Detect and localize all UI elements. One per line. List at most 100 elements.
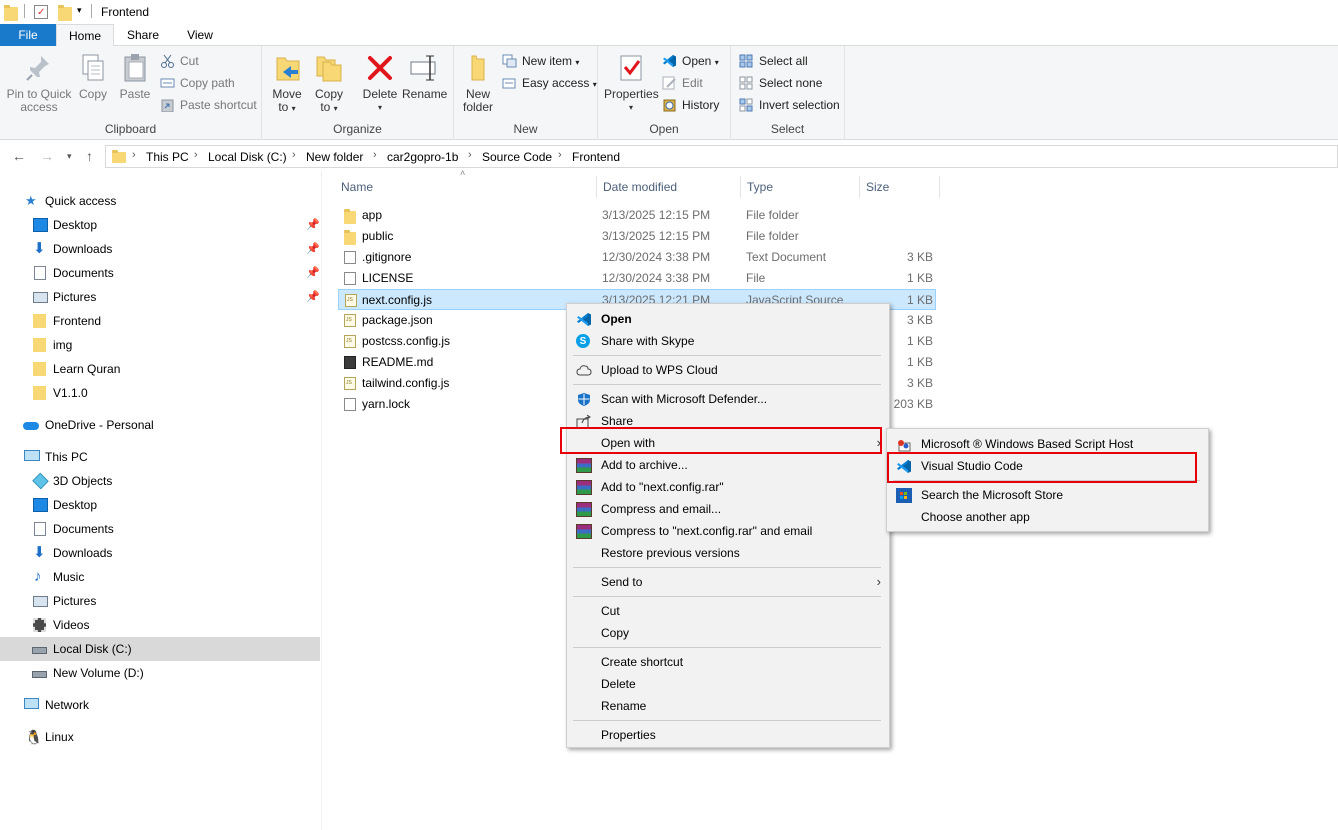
forward-arrow-icon[interactable]: → bbox=[40, 148, 54, 164]
file-row[interactable]: LICENSE 12/30/2024 3:38 PM File 1 KB bbox=[338, 268, 936, 289]
tab-view[interactable]: View bbox=[172, 24, 228, 46]
new-item-button[interactable]: New item ▾ bbox=[502, 51, 579, 71]
menu-item-add-archive[interactable]: Add to archive... bbox=[567, 454, 889, 476]
nav-quick-img[interactable]: img bbox=[0, 333, 320, 357]
nav-quick-frontend[interactable]: Frontend bbox=[0, 309, 320, 333]
move-to-button[interactable]: Move to ▾ bbox=[270, 52, 304, 115]
new-folder-button[interactable]: New folder bbox=[460, 52, 496, 114]
nav-local-disk[interactable]: Local Disk (C:) bbox=[0, 637, 320, 661]
menu-item-open[interactable]: Open bbox=[567, 308, 889, 330]
paste-button[interactable]: Paste bbox=[117, 52, 153, 101]
nav-new-volume[interactable]: New Volume (D:) bbox=[0, 661, 320, 685]
nav-quick-access[interactable]: ★ Quick access bbox=[0, 189, 320, 213]
copy-to-button[interactable]: Copy to ▾ bbox=[312, 52, 346, 115]
menu-item-share-skype[interactable]: S Share with Skype bbox=[567, 330, 889, 352]
chevron-right-icon[interactable]: › bbox=[373, 149, 377, 161]
tab-file[interactable]: File bbox=[0, 24, 56, 46]
copy-button[interactable]: Copy bbox=[76, 52, 110, 101]
chevron-right-icon[interactable]: › bbox=[468, 149, 472, 161]
menu-item-add-rar[interactable]: Add to "next.config.rar" bbox=[567, 476, 889, 498]
nav-label: Linux bbox=[45, 730, 74, 744]
nav-quick-pictures[interactable]: Pictures 📌 bbox=[0, 285, 320, 309]
nav-onedrive[interactable]: OneDrive - Personal bbox=[0, 413, 320, 437]
select-none-button[interactable]: Select none bbox=[739, 73, 822, 93]
column-header-name[interactable]: Name bbox=[335, 176, 597, 198]
pin-icon[interactable]: 📌 bbox=[306, 213, 320, 237]
breadcrumb-this-pc[interactable]: This PC bbox=[146, 150, 189, 164]
nav-this-pc[interactable]: This PC bbox=[0, 445, 320, 469]
nav-quick-desktop[interactable]: Desktop 📌 bbox=[0, 213, 320, 237]
nav-pc-downloads[interactable]: ⬇ Downloads bbox=[0, 541, 320, 565]
menu-item-rename[interactable]: Rename bbox=[567, 695, 889, 717]
delete-dropdown-icon[interactable]: ▾ bbox=[360, 101, 400, 114]
address-bar[interactable]: › This PC › Local Disk (C:) › New folder… bbox=[105, 145, 1338, 168]
pin-icon[interactable]: 📌 bbox=[306, 237, 320, 261]
menu-item-compress-rar-email[interactable]: Compress to "next.config.rar" and email bbox=[567, 520, 889, 542]
chevron-right-icon[interactable]: › bbox=[558, 149, 562, 161]
column-header-type[interactable]: Type bbox=[741, 176, 860, 198]
menu-item-send-to[interactable]: Send to › bbox=[567, 571, 889, 593]
paste-shortcut-button[interactable]: Paste shortcut bbox=[160, 95, 257, 115]
history-button[interactable]: History bbox=[662, 95, 719, 115]
tab-share[interactable]: Share bbox=[114, 24, 172, 46]
file-row[interactable]: app 3/13/2025 12:15 PM File folder bbox=[338, 205, 936, 226]
column-header-date[interactable]: Date modified bbox=[597, 176, 741, 198]
breadcrumb-new-folder[interactable]: New folder bbox=[306, 150, 363, 164]
rename-button[interactable]: Rename bbox=[402, 52, 447, 101]
menu-item-cut[interactable]: Cut bbox=[567, 600, 889, 622]
nav-network[interactable]: Network bbox=[0, 693, 320, 717]
nav-pc-documents[interactable]: Documents bbox=[0, 517, 320, 541]
menu-item-create-shortcut[interactable]: Create shortcut bbox=[567, 651, 889, 673]
chevron-right-icon[interactable]: › bbox=[292, 149, 296, 161]
copy-path-button[interactable]: Copy path bbox=[160, 73, 235, 93]
nav-pc-music[interactable]: ♪ Music bbox=[0, 565, 320, 589]
pin-icon[interactable]: 📌 bbox=[306, 285, 320, 309]
nav-pc-desktop[interactable]: Desktop bbox=[0, 493, 320, 517]
back-arrow-icon[interactable]: ← bbox=[12, 148, 26, 164]
menu-item-compress-email[interactable]: Compress and email... bbox=[567, 498, 889, 520]
nav-linux[interactable]: 🐧 Linux bbox=[0, 725, 320, 749]
nav-3d-objects[interactable]: 3D Objects bbox=[0, 469, 320, 493]
properties-quick-icon[interactable]: ✓ bbox=[34, 5, 48, 19]
breadcrumb-frontend[interactable]: Frontend bbox=[572, 150, 620, 164]
chevron-right-icon[interactable]: › bbox=[194, 149, 198, 161]
cut-button[interactable]: Cut bbox=[160, 51, 199, 71]
menu-item-choose-another[interactable]: Choose another app bbox=[887, 506, 1208, 528]
recent-locations-icon[interactable]: ▾ bbox=[67, 151, 72, 162]
breadcrumb-local-disk[interactable]: Local Disk (C:) bbox=[208, 150, 287, 164]
chevron-down-icon[interactable]: ▾ bbox=[604, 101, 658, 114]
delete-button[interactable]: Delete ▾ bbox=[360, 52, 400, 114]
new-folder-quick-icon[interactable] bbox=[58, 5, 72, 21]
menu-item-restore-versions[interactable]: Restore previous versions bbox=[567, 542, 889, 564]
breadcrumb-car2gopro[interactable]: car2gopro-1b bbox=[387, 150, 458, 164]
nav-quick-v110[interactable]: V1.1.0 bbox=[0, 381, 320, 405]
menu-item-search-store[interactable]: Search the Microsoft Store bbox=[887, 484, 1208, 506]
column-header-size[interactable]: Size bbox=[860, 176, 940, 198]
pin-icon[interactable]: 📌 bbox=[306, 261, 320, 285]
file-row[interactable]: public 3/13/2025 12:15 PM File folder bbox=[338, 226, 936, 247]
chevron-right-icon[interactable]: › bbox=[132, 149, 136, 161]
menu-item-copy[interactable]: Copy bbox=[567, 622, 889, 644]
breadcrumb-source-code[interactable]: Source Code bbox=[482, 150, 552, 164]
nav-pc-pictures[interactable]: Pictures bbox=[0, 589, 320, 613]
select-all-button[interactable]: Select all bbox=[739, 51, 808, 71]
paste-shortcut-icon bbox=[160, 98, 175, 113]
nav-pc-videos[interactable]: Videos bbox=[0, 613, 320, 637]
up-arrow-icon[interactable]: ↑ bbox=[86, 148, 93, 164]
edit-button[interactable]: Edit bbox=[662, 73, 703, 93]
menu-item-delete[interactable]: Delete bbox=[567, 673, 889, 695]
open-button[interactable]: Open ▾ bbox=[662, 51, 719, 71]
menu-item-scan-defender[interactable]: Scan with Microsoft Defender... bbox=[567, 388, 889, 410]
invert-selection-button[interactable]: Invert selection bbox=[739, 95, 840, 115]
file-row[interactable]: .gitignore 12/30/2024 3:38 PM Text Docum… bbox=[338, 247, 936, 268]
customize-quick-access-icon[interactable]: ▾ bbox=[77, 5, 82, 16]
nav-quick-downloads[interactable]: ⬇ Downloads 📌 bbox=[0, 237, 320, 261]
menu-item-properties[interactable]: Properties bbox=[567, 724, 889, 746]
tab-home[interactable]: Home bbox=[56, 24, 114, 47]
nav-quick-documents[interactable]: Documents 📌 bbox=[0, 261, 320, 285]
pin-to-quick-access-button[interactable]: Pin to Quick access bbox=[4, 52, 74, 114]
easy-access-button[interactable]: Easy access ▾ bbox=[502, 73, 597, 93]
menu-item-upload-wps[interactable]: Upload to WPS Cloud bbox=[567, 359, 889, 381]
properties-button[interactable]: Properties ▾ bbox=[604, 52, 659, 114]
nav-quick-learn-quran[interactable]: Learn Quran bbox=[0, 357, 320, 381]
